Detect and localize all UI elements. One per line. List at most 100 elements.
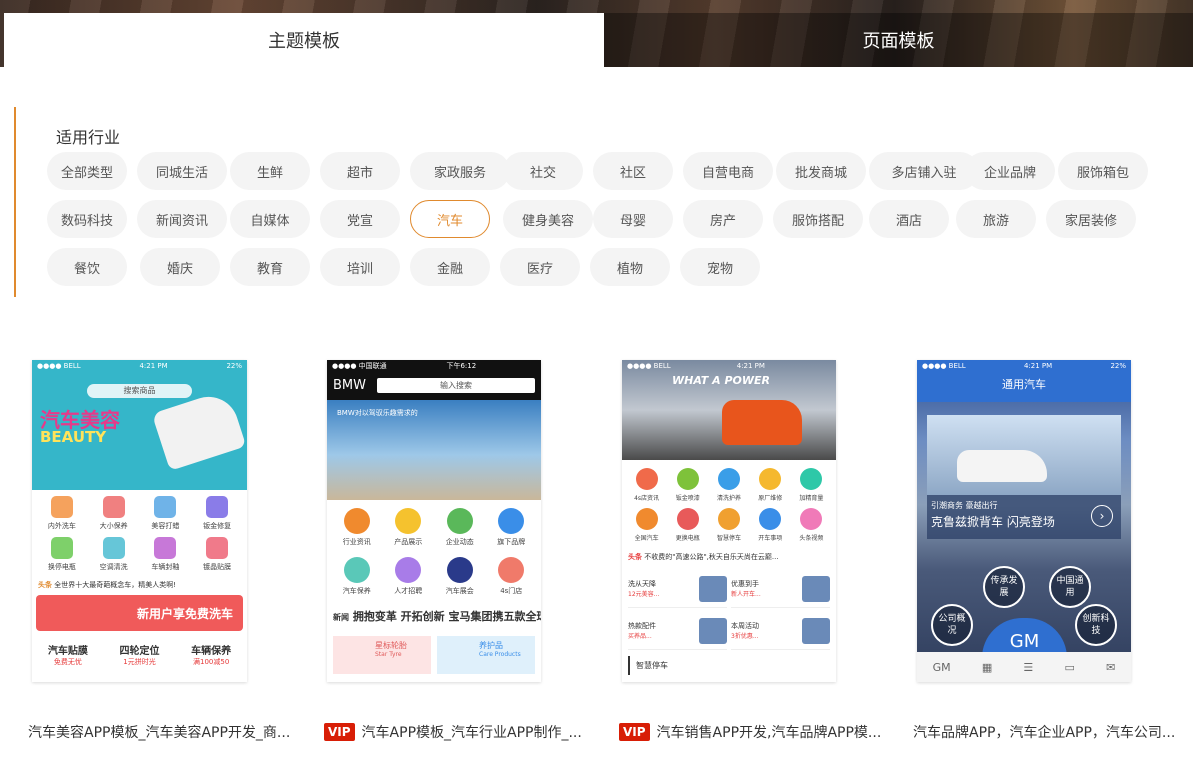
filter-chip[interactable]: 自媒体	[230, 200, 310, 238]
product-card[interactable]: 星标轮胎 Star Tyre	[333, 636, 431, 674]
category-label: 汽车展会	[445, 587, 474, 595]
service-item[interactable]: 四轮定位 1元拼时光	[119, 642, 159, 667]
filter-chip[interactable]: 服饰箱包	[1058, 152, 1148, 190]
filter-chip[interactable]: 健身美容	[503, 200, 593, 238]
filter-chip[interactable]: 企业品牌	[965, 152, 1055, 190]
filter-chip[interactable]: 金融	[410, 248, 490, 286]
menu-circle[interactable]: 创新科技	[1075, 604, 1117, 646]
filter-chip[interactable]: 批发商城	[776, 152, 866, 190]
mail-icon[interactable]: ✉	[1106, 661, 1115, 674]
service-icon-item[interactable]: 清洗护养	[708, 468, 749, 502]
filter-chip[interactable]: 医疗	[500, 248, 580, 286]
filter-chip[interactable]: 教育	[230, 248, 310, 286]
category-icon-item[interactable]: 产品展示	[383, 508, 435, 547]
menu-circle[interactable]: 公司概况	[931, 604, 973, 646]
filter-title: 适用行业	[56, 128, 121, 147]
filter-chip[interactable]: 同城生活	[137, 152, 227, 190]
search-input[interactable]: 输入搜索	[377, 378, 535, 393]
category-icon-item[interactable]: 企业动态	[434, 508, 486, 547]
category-label: 旗下品牌	[497, 538, 526, 546]
template-thumbnail[interactable]: ●●●● BELL 4:21 PM 22% 搜索商品 汽车美容 BEAUTY 内…	[32, 360, 247, 682]
template-title[interactable]: 汽车美容APP模板_汽车美容APP开发_商...	[28, 722, 290, 742]
filter-chip[interactable]: 家政服务	[410, 152, 510, 190]
filter-chip[interactable]: 服饰搭配	[773, 200, 863, 238]
service-icon-item[interactable]: 镀晶贴膜	[191, 537, 243, 572]
category-icon-item[interactable]: 汽车展会	[434, 557, 486, 596]
home-icon[interactable]: GM	[933, 661, 951, 674]
service-icon-item[interactable]: 美容打蜡	[140, 496, 192, 531]
filter-chip[interactable]: 多店铺入驻	[869, 152, 979, 190]
service-icon-item[interactable]: 换停电瓶	[36, 537, 88, 572]
filter-chip[interactable]: 家居装修	[1046, 200, 1136, 238]
category-icon-item[interactable]: 4s门店	[486, 557, 538, 596]
service-icon-item[interactable]: 加精育量	[791, 468, 832, 502]
filter-chip[interactable]: 植物	[590, 248, 670, 286]
deal-item[interactable]: 本周活动 3折优惠...	[731, 612, 830, 650]
service-icon-item[interactable]: 空调清洗	[88, 537, 140, 572]
filter-chip[interactable]: 旅游	[956, 200, 1036, 238]
list-icon[interactable]: ☰	[1023, 661, 1033, 674]
filter-chip[interactable]: 全部类型	[47, 152, 127, 190]
filter-chip[interactable]: 生鲜	[230, 152, 310, 190]
category-label: 企业动态	[445, 538, 474, 546]
service-icon-item[interactable]: 4s店资讯	[626, 468, 667, 502]
service-icon-item[interactable]: 车辆封釉	[140, 537, 192, 572]
template-thumbnail[interactable]: ●●●● BELL 4:21 PM WHAT A POWER 4s店资讯 钣金喷漆…	[622, 360, 836, 682]
filter-chip[interactable]: 培训	[320, 248, 400, 286]
service-item[interactable]: 车辆保养 满100减50	[191, 642, 231, 667]
slogan-banner[interactable]: 引潮商务 豪越出行 克鲁兹掀背车 闪亮登场 ›	[927, 495, 1121, 539]
category-icon-item[interactable]: 行业资讯	[331, 508, 383, 547]
grid-icon[interactable]: ▦	[982, 661, 992, 674]
arrow-right-icon[interactable]: ›	[1091, 505, 1113, 527]
service-label: 钣金喷漆	[675, 495, 700, 502]
filter-chip[interactable]: 房产	[683, 200, 763, 238]
tab-page-templates[interactable]: 页面模板	[604, 13, 1193, 67]
filter-chip[interactable]: 党宣	[320, 200, 400, 238]
service-icon-item[interactable]: 内外洗车	[36, 496, 88, 531]
service-icon-item[interactable]: 大小保养	[88, 496, 140, 531]
filter-chip[interactable]: 数码科技	[47, 200, 127, 238]
template-thumbnail[interactable]: ●●●● 中国联通 下午6:12 BMW 输入搜索 BMW对以驾驭乐趣需求的 行…	[327, 360, 541, 682]
filter-chip[interactable]: 母婴	[593, 200, 673, 238]
search-input[interactable]: 搜索商品	[87, 384, 192, 398]
service-icon-item[interactable]: 钣金喷漆	[667, 468, 708, 502]
service-label: 头条视频	[799, 535, 824, 542]
filter-chip[interactable]: 酒店	[869, 200, 949, 238]
filter-chip[interactable]: 汽车	[410, 200, 490, 238]
filter-chip[interactable]: 社区	[593, 152, 673, 190]
menu-circle[interactable]: 中国通用	[1049, 566, 1091, 608]
template-thumbnail[interactable]: ●●●● BELL 4:21 PM 22% 通用汽车 引潮商务 豪越出行 克鲁兹…	[917, 360, 1131, 682]
category-icon-item[interactable]: 汽车保养	[331, 557, 383, 596]
menu-circle[interactable]: 传承发展	[983, 566, 1025, 608]
filter-chip[interactable]: 超市	[320, 152, 400, 190]
deal-item[interactable]: 热款配件 买养品...	[628, 612, 727, 650]
category-icon-item[interactable]: 旗下品牌	[486, 508, 538, 547]
template-title[interactable]: 汽车品牌APP，汽车企业APP，汽车公司...	[913, 722, 1175, 742]
service-icon-item[interactable]: 头条视频	[791, 508, 832, 542]
template-title[interactable]: VIP 汽车APP模板_汽车行业APP制作_...	[324, 722, 582, 742]
filter-chip[interactable]: 婚庆	[140, 248, 220, 286]
promo-banner[interactable]: 新用户享免费洗车	[36, 595, 243, 631]
filter-chip[interactable]: 社交	[503, 152, 583, 190]
category-icon-grid: 行业资讯 产品展示 企业动态 旗下品牌汽车保养 人才招聘 汽车展会 4s门店	[327, 500, 541, 604]
filter-chip[interactable]: 餐饮	[47, 248, 127, 286]
template-title[interactable]: VIP 汽车销售APP开发,汽车品牌APP模...	[619, 722, 881, 742]
product-card[interactable]: 养护品 Care Products	[437, 636, 535, 674]
service-item[interactable]: 汽车贴膜 免费无忧	[48, 642, 88, 667]
deal-item[interactable]: 优惠到手 新人开车...	[731, 570, 830, 608]
tab-theme-templates[interactable]: 主题模板	[4, 13, 604, 67]
service-icon-item[interactable]: 原厂维修	[750, 468, 791, 502]
category-icon-item[interactable]: 人才招聘	[383, 557, 435, 596]
service-icon-item[interactable]: 智慧停车	[708, 508, 749, 542]
service-icon-item[interactable]: 全国汽车	[626, 508, 667, 542]
service-icon-item[interactable]: 更换电瓶	[667, 508, 708, 542]
filter-chip[interactable]: 宠物	[680, 248, 760, 286]
filter-chip[interactable]: 自营电商	[683, 152, 773, 190]
chat-icon[interactable]: ▭	[1065, 661, 1075, 674]
filter-chip[interactable]: 新闻资讯	[137, 200, 227, 238]
service-icon-item[interactable]: 钣金修复	[191, 496, 243, 531]
product-en: Care Products	[479, 651, 521, 658]
deal-item[interactable]: 洗从天降 12元美容...	[628, 570, 727, 608]
service-icon	[717, 508, 740, 530]
service-icon-item[interactable]: 开车事项	[750, 508, 791, 542]
